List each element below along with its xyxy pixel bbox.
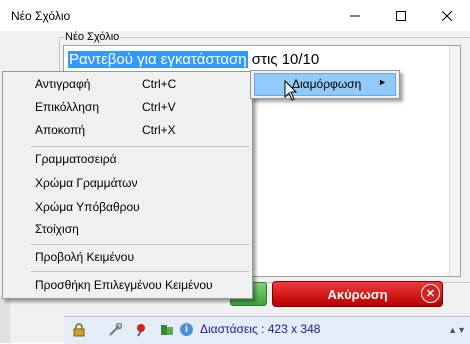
- status-bar: i Διαστάσεις : 423 x 348 ▲▼: [64, 316, 470, 344]
- groupbox-label: Νέο Σχόλιο: [64, 31, 121, 43]
- cancel-button-label: Ακύρωση: [327, 286, 388, 302]
- menu-separator: [31, 271, 249, 272]
- menu-item-text-color[interactable]: Χρώμα Γραμμάτων: [3, 172, 252, 194]
- menu-item-label: Στοίχιση: [35, 222, 79, 236]
- menu-item-shortcut: Ctrl+C: [142, 77, 177, 91]
- menu-item-copy[interactable]: Αντιγραφή Ctrl+C: [3, 73, 252, 95]
- close-button[interactable]: [424, 0, 470, 31]
- menu-item-label: Χρώμα Υπόβαθρου: [35, 200, 140, 214]
- mouse-cursor-icon: [284, 80, 298, 101]
- left-border-strip: [0, 296, 10, 343]
- selected-text[interactable]: Ραντεβού για εγκατάσταση: [68, 51, 248, 68]
- tools-icon[interactable]: [108, 323, 122, 337]
- menu-item-cut[interactable]: Αποκοπή Ctrl+X: [3, 119, 252, 141]
- maximize-icon: [396, 10, 406, 21]
- submenu-arrow-icon: ►: [378, 77, 387, 87]
- minimize-button[interactable]: [332, 0, 378, 31]
- submenu-item-formatting[interactable]: Διαμόρφωση ►: [254, 73, 396, 96]
- menu-item-background-color[interactable]: Χρώμα Υπόβαθρου: [3, 196, 252, 218]
- submenu-item-label: Διαμόρφωση: [292, 77, 362, 91]
- menu-item-add-selected-text[interactable]: Προσθήκη Επιλεγμένου Κειμένου: [3, 274, 252, 296]
- submenu: Διαμόρφωση ►: [250, 70, 400, 99]
- maximize-button[interactable]: [378, 0, 424, 31]
- menu-item-shortcut: Ctrl+V: [142, 100, 176, 114]
- menu-item-label: Γραμματοσειρά: [35, 152, 117, 166]
- menu-item-label: Προσθήκη Επιλεγμένου Κειμένου: [35, 278, 213, 292]
- color-palette-icon[interactable]: [160, 323, 174, 337]
- menu-separator: [31, 244, 249, 245]
- menu-item-label: Προβολή Κειμένου: [35, 250, 135, 264]
- cancel-x-icon[interactable]: ✕: [421, 284, 440, 303]
- window-title: Νέο Σχόλιο: [11, 9, 71, 23]
- menu-item-shortcut: Ctrl+X: [142, 123, 176, 137]
- cancel-button[interactable]: Ακύρωση: [272, 281, 443, 307]
- menu-item-font[interactable]: Γραμματοσειρά: [3, 148, 252, 170]
- menu-separator: [31, 146, 249, 147]
- menu-item-alignment[interactable]: Στοίχιση: [3, 218, 252, 240]
- menu-item-label: Επικόλληση: [35, 100, 100, 114]
- menu-item-view-text[interactable]: Προβολή Κειμένου: [3, 246, 252, 268]
- size-grip-icon[interactable]: ▲▼: [448, 325, 466, 335]
- menu-item-paste[interactable]: Επικόλληση Ctrl+V: [3, 96, 252, 118]
- close-icon: [442, 10, 452, 21]
- menu-item-label: Αποκοπή: [35, 123, 86, 137]
- dimensions-label: Διαστάσεις : 423 x 348: [200, 322, 321, 336]
- title-bar[interactable]: Νέο Σχόλιο: [0, 0, 470, 31]
- pin-icon[interactable]: [134, 323, 148, 337]
- minimize-icon: [350, 15, 360, 16]
- editor-scrollbar[interactable]: [449, 46, 460, 276]
- note-window: Νέο Σχόλιο Νέο Σχόλιο Ραντεβού για εγκατ…: [0, 0, 470, 344]
- lock-icon[interactable]: [72, 323, 86, 337]
- context-menu: Αντιγραφή Ctrl+C Επικόλληση Ctrl+V Αποκο…: [2, 71, 253, 299]
- info-icon: i: [180, 323, 193, 336]
- editor-content[interactable]: Ραντεβού για εγκατάσταση στις 10/10: [68, 50, 319, 70]
- unselected-text[interactable]: στις 10/10: [248, 51, 319, 68]
- menu-item-label: Αντιγραφή: [35, 77, 91, 91]
- menu-item-label: Χρώμα Γραμμάτων: [35, 176, 138, 190]
